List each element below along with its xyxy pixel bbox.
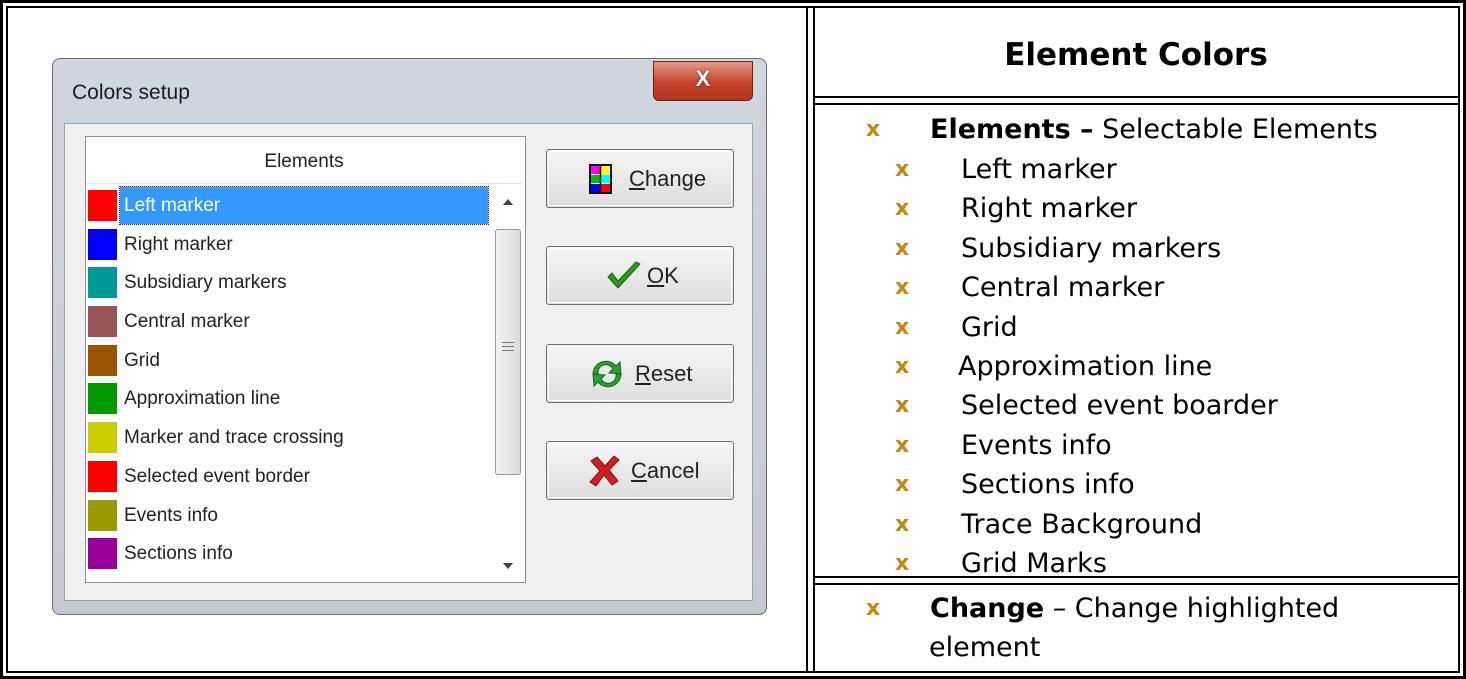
elements-list[interactable]: Elements Left marker Right marker Subsidia… bbox=[85, 136, 526, 583]
list-item[interactable]: Grid bbox=[88, 342, 486, 381]
list-item-label: Left marker bbox=[119, 186, 489, 225]
dialog-title: Colors setup bbox=[72, 81, 190, 104]
element-bullet-label: Sections info bbox=[961, 469, 1135, 501]
list-item-label: Grid bbox=[124, 349, 160, 371]
cancel-button-label: Cancel bbox=[631, 458, 700, 483]
list-item[interactable]: Left marker bbox=[88, 186, 489, 226]
close-icon: X bbox=[695, 66, 711, 91]
color-swatch bbox=[88, 344, 117, 376]
list-item[interactable]: Approximation line bbox=[88, 380, 486, 419]
color-swatch bbox=[88, 267, 117, 299]
color-swatch bbox=[88, 422, 117, 454]
list-item-label: Marker and trace crossing bbox=[124, 427, 344, 449]
list-item[interactable]: Central marker bbox=[88, 303, 486, 342]
list-item-label: Selected event border bbox=[124, 465, 310, 487]
section-heading: Element Colors bbox=[1004, 37, 1268, 73]
dialog-client-area: Elements Left marker Right marker Subsidia… bbox=[64, 123, 753, 601]
bullet-x-icon: x bbox=[895, 314, 910, 340]
color-swatch bbox=[88, 538, 117, 570]
element-bullet-label: Grid bbox=[961, 311, 1018, 343]
chevron-down-icon bbox=[503, 563, 513, 569]
element-bullet-label: Trace Background bbox=[961, 508, 1203, 540]
list-item-label: Events info bbox=[124, 504, 218, 526]
element-bullet-label: Approximation line bbox=[958, 351, 1213, 382]
bullet-x-icon: x bbox=[895, 511, 910, 537]
bullet-x-icon: x bbox=[895, 472, 910, 498]
column-divider bbox=[806, 8, 815, 671]
chevron-up-icon bbox=[503, 199, 513, 205]
list-item-label: Sections info bbox=[124, 543, 233, 565]
element-bullet-label: Grid Marks bbox=[961, 548, 1107, 579]
change-title: Change bbox=[930, 593, 1045, 624]
scroll-down-button[interactable] bbox=[493, 553, 523, 579]
element-bullet-label: Events info bbox=[961, 429, 1112, 461]
bullet-x-icon: x bbox=[895, 393, 910, 419]
list-item-label: Right marker bbox=[124, 233, 233, 255]
cancel-button[interactable]: Cancel bbox=[546, 441, 734, 500]
element-bullet-label: Selected event boarder bbox=[961, 390, 1278, 422]
color-swatch bbox=[88, 190, 117, 221]
element-bullet-label: Right marker bbox=[961, 193, 1138, 225]
color-swatch bbox=[88, 460, 117, 492]
bullet-x-icon: x bbox=[895, 196, 910, 222]
close-button[interactable]: X bbox=[653, 61, 753, 101]
list-item[interactable]: Selected event border bbox=[88, 458, 486, 497]
ok-button[interactable]: OK bbox=[546, 246, 734, 305]
bullet-x-icon: x bbox=[866, 596, 881, 621]
elements-list-items: Left marker Right marker Subsidiary marker… bbox=[88, 186, 489, 574]
bullet-x-icon: x bbox=[895, 432, 910, 458]
list-item-label: Subsidiary markers bbox=[124, 272, 287, 294]
element-bullet-label: Subsidiary markers bbox=[961, 232, 1222, 264]
row-divider-heading bbox=[814, 96, 1458, 105]
list-item[interactable]: Subsidiary markers bbox=[88, 264, 486, 303]
checkmark-icon bbox=[607, 261, 641, 289]
bullet-x-icon: x bbox=[895, 157, 910, 182]
change-button-label: Change bbox=[629, 166, 707, 191]
reset-button-label: Reset bbox=[635, 361, 693, 386]
list-item[interactable]: Right marker bbox=[88, 226, 486, 265]
bullet-x-icon: x bbox=[895, 275, 910, 301]
color-swatch bbox=[88, 306, 117, 338]
list-item[interactable]: Events info bbox=[88, 497, 486, 536]
list-scrollbar[interactable] bbox=[493, 189, 523, 579]
change-button[interactable]: Change bbox=[546, 149, 734, 208]
list-item[interactable]: Sections info bbox=[88, 535, 486, 574]
ok-button-label: OK bbox=[647, 263, 679, 288]
color-swatch bbox=[88, 499, 117, 531]
change-desc: – Change highlighted bbox=[1044, 593, 1340, 624]
bullet-x-icon: x bbox=[895, 235, 910, 261]
cancel-x-icon bbox=[589, 455, 620, 487]
elements-title: Elements – bbox=[930, 114, 1094, 145]
color-palette-icon bbox=[589, 164, 612, 194]
scroll-thumb[interactable] bbox=[495, 229, 521, 475]
grip-icon bbox=[502, 342, 514, 354]
list-item[interactable]: Marker and trace crossing bbox=[88, 419, 486, 458]
element-bullet-label: Left marker bbox=[961, 154, 1117, 185]
bullet-x-icon: x bbox=[895, 354, 910, 379]
list-item-label: Approximation line bbox=[124, 388, 281, 410]
color-swatch bbox=[88, 383, 117, 415]
element-bullet-label: Central marker bbox=[961, 272, 1165, 304]
change-desc-line2: element bbox=[929, 632, 1041, 663]
elements-desc: Selectable Elements bbox=[1093, 114, 1378, 145]
list-item-label: Central marker bbox=[124, 311, 250, 333]
bullet-x-icon: x bbox=[895, 551, 910, 576]
color-swatch bbox=[88, 228, 117, 260]
scroll-up-button[interactable] bbox=[493, 189, 523, 215]
refresh-icon bbox=[592, 360, 622, 388]
colors-setup-dialog: Colors setup X Elements Left marker Right… bbox=[52, 58, 767, 615]
reset-button[interactable]: Reset bbox=[546, 344, 734, 403]
elements-list-header: Elements bbox=[86, 137, 522, 184]
row-divider-change bbox=[814, 576, 1458, 585]
bullet-x-icon: x bbox=[866, 117, 881, 142]
